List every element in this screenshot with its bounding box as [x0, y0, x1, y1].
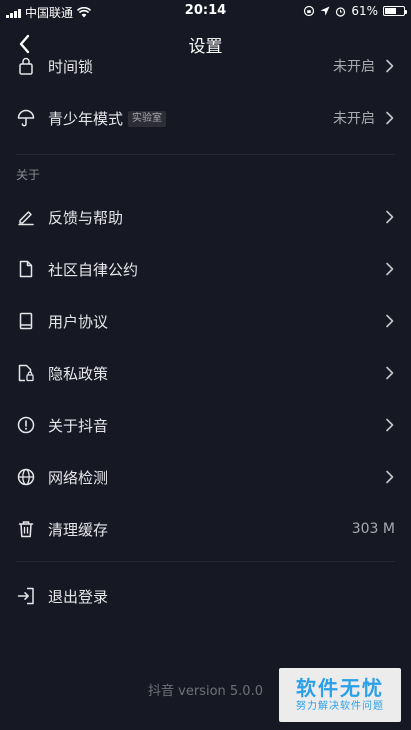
lock-icon: [17, 57, 35, 75]
chevron-right-icon: [386, 59, 394, 73]
settings-list: 时间锁 未开启 青少年模式 实验室 未开启 关于 反馈与帮助 社区自律公约 用户…: [0, 40, 411, 622]
logout-button[interactable]: 退出登录: [0, 570, 411, 622]
privacy-document-icon: [17, 364, 35, 382]
umbrella-icon: [17, 109, 35, 127]
trash-icon: [17, 520, 35, 538]
row-network-check[interactable]: 网络检测: [0, 451, 411, 503]
row-label: 关于抖音: [48, 416, 109, 435]
row-label: 退出登录: [48, 587, 109, 606]
chevron-right-icon: [386, 314, 394, 328]
row-community-guidelines[interactable]: 社区自律公约: [0, 243, 411, 295]
teen-mode-label: 青少年模式: [48, 109, 124, 128]
row-privacy-policy[interactable]: 隐私政策: [0, 347, 411, 399]
row-label: 网络检测: [48, 468, 109, 487]
logout-icon: [17, 587, 35, 605]
row-time-lock[interactable]: 时间锁 未开启: [0, 40, 411, 92]
row-label: 青少年模式 实验室: [48, 108, 167, 129]
status-right: 61%: [303, 4, 407, 18]
row-label: 反馈与帮助: [48, 208, 124, 227]
chevron-right-icon: [386, 111, 394, 125]
chevron-right-icon: [386, 470, 394, 484]
row-label: 隐私政策: [48, 364, 109, 383]
row-clear-cache[interactable]: 清理缓存 303 M: [0, 503, 411, 555]
row-value: 未开启: [333, 111, 375, 127]
settings-screen: 中国联通 20:14 61% 设置 时间锁 未开启 青少年模式 实验室 未开启 …: [0, 0, 411, 730]
chevron-right-icon: [386, 262, 394, 276]
row-value: 未开启: [333, 59, 375, 75]
cache-size: 303 M: [351, 521, 395, 537]
edit-icon: [17, 208, 35, 226]
divider: [16, 561, 395, 562]
status-bar: 中国联通 20:14 61%: [0, 0, 411, 22]
row-about-douyin[interactable]: 关于抖音: [0, 399, 411, 451]
watermark-logo: 软件无忧 努力解决软件问题: [279, 668, 401, 722]
row-label: 用户协议: [48, 312, 109, 331]
row-label: 清理缓存: [48, 520, 109, 539]
row-feedback-help[interactable]: 反馈与帮助: [0, 191, 411, 243]
alarm-icon: [336, 6, 346, 17]
section-header-about: 关于: [16, 168, 41, 182]
book-icon: [17, 312, 35, 330]
info-icon: [17, 416, 35, 434]
document-icon: [17, 260, 35, 278]
battery-icon: [383, 6, 407, 16]
watermark-subtitle: 努力解决软件问题: [296, 701, 384, 712]
row-teen-mode[interactable]: 青少年模式 实验室 未开启: [0, 92, 411, 144]
row-label: 时间锁: [48, 57, 94, 76]
battery-level: [385, 8, 396, 14]
battery-percent: 61%: [351, 4, 378, 18]
row-label: 社区自律公约: [48, 260, 139, 279]
watermark-title: 软件无忧: [296, 676, 384, 700]
lab-badge: 实验室: [128, 111, 167, 127]
row-user-agreement[interactable]: 用户协议: [0, 295, 411, 347]
globe-icon: [17, 468, 35, 486]
orientation-lock-icon: [304, 5, 315, 17]
chevron-right-icon: [386, 366, 394, 380]
location-icon: [320, 6, 330, 16]
chevron-right-icon: [386, 418, 394, 432]
chevron-right-icon: [386, 210, 394, 224]
